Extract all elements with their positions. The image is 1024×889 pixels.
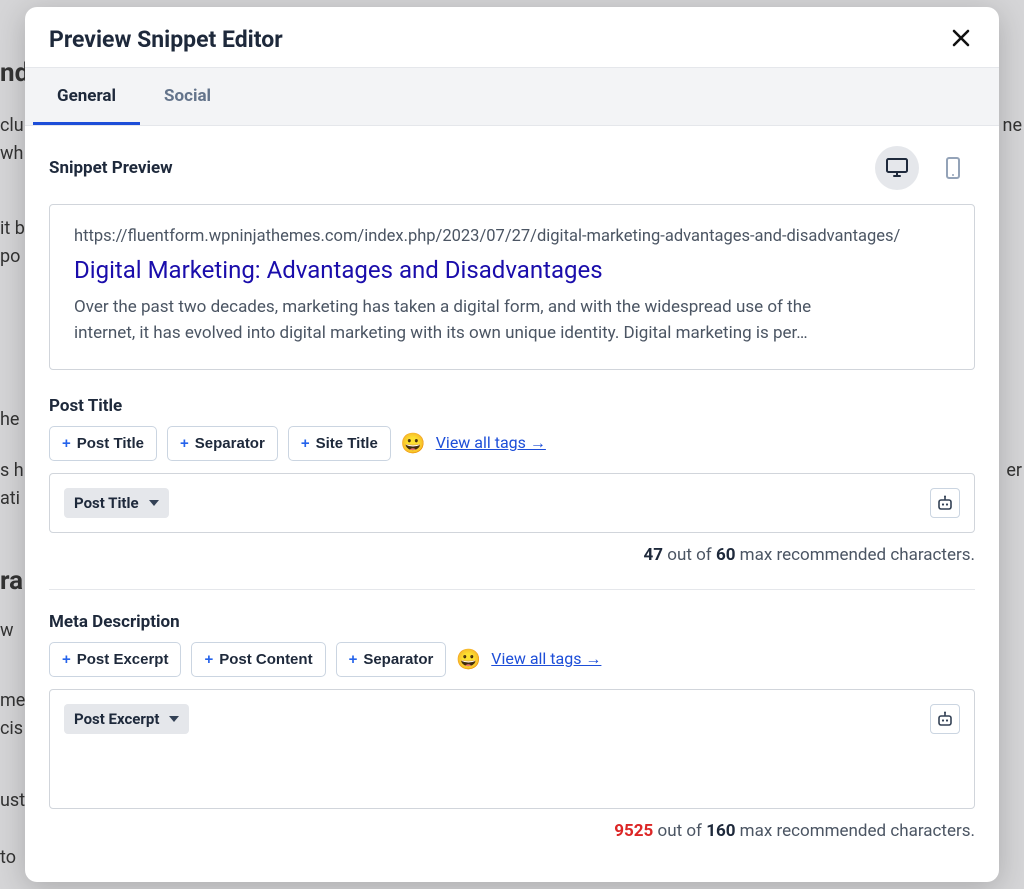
bg-text: ust [0, 790, 25, 811]
chip-label: Post Title [74, 494, 139, 512]
plus-icon: + [204, 651, 213, 668]
preview-title: Digital Marketing: Advantages and Disadv… [74, 256, 950, 284]
add-post-title-tag[interactable]: + Post Title [49, 426, 157, 461]
bg-text: po [0, 246, 20, 267]
chevron-down-icon [149, 500, 159, 506]
bg-text: he [0, 409, 19, 430]
bg-text: ati [0, 488, 20, 509]
view-all-tags-link[interactable]: View all tags → [491, 649, 601, 669]
count-value: 9525 [614, 821, 653, 841]
modal-header: Preview Snippet Editor [25, 7, 999, 68]
add-post-excerpt-tag[interactable]: + Post Excerpt [49, 642, 181, 677]
meta-desc-tag-row: + Post Excerpt + Post Content + Separator 😀… [49, 642, 975, 677]
device-toggle [875, 146, 975, 190]
counter-text: max recommended characters. [740, 545, 975, 565]
divider [49, 589, 975, 590]
meta-description-input[interactable]: Post Excerpt [49, 689, 975, 809]
modal-body: Snippet Preview https://fluentform.wpnin… [25, 126, 999, 882]
tab-general[interactable]: General [33, 68, 140, 125]
desktop-icon [885, 157, 909, 179]
chip-label: Post Excerpt [74, 710, 159, 728]
preview-url: https://fluentform.wpninjathemes.com/ind… [74, 227, 950, 246]
preview-description: Over the past two decades, marketing has… [74, 294, 814, 347]
snippet-header-row: Snippet Preview [49, 146, 975, 190]
plus-icon: + [62, 651, 71, 668]
add-separator-tag-meta[interactable]: + Separator [336, 642, 447, 677]
tag-label: Separator [195, 435, 265, 452]
ai-assist-button[interactable] [930, 488, 960, 518]
add-post-content-tag[interactable]: + Post Content [191, 642, 325, 677]
ai-assist-button[interactable] [930, 704, 960, 734]
counter-text: out of [667, 545, 711, 565]
counter-text: out of [658, 821, 702, 841]
modal-title: Preview Snippet Editor [49, 26, 283, 53]
post-title-label: Post Title [49, 396, 975, 416]
bg-text: clu [0, 115, 24, 136]
post-title-chip[interactable]: Post Title [64, 488, 169, 518]
tab-social[interactable]: Social [140, 68, 235, 125]
snippet-editor-modal: Preview Snippet Editor General Social Sn… [25, 7, 999, 882]
bg-text: wh [0, 143, 23, 164]
bg-text: it b [0, 218, 25, 239]
robot-icon [936, 495, 954, 511]
emoji-picker-button[interactable]: 😀 [456, 647, 481, 671]
tag-label: Post Excerpt [77, 651, 169, 668]
bg-text: cis [0, 718, 23, 739]
tag-label: Separator [363, 651, 433, 668]
view-all-tags-link[interactable]: View all tags → [436, 433, 546, 453]
post-title-input[interactable]: Post Title [49, 473, 975, 533]
bg-text: w [0, 620, 14, 641]
post-excerpt-chip[interactable]: Post Excerpt [64, 704, 189, 734]
tag-label: Site Title [316, 435, 378, 452]
bg-text: ra [0, 566, 23, 596]
close-button[interactable] [947, 25, 975, 53]
post-title-tag-row: + Post Title + Separator + Site Title 😀 Vie… [49, 426, 975, 461]
mobile-view-button[interactable] [931, 146, 975, 190]
chevron-down-icon [169, 716, 179, 722]
tag-label: Post Content [219, 651, 312, 668]
mobile-icon [945, 156, 961, 180]
add-separator-tag[interactable]: + Separator [167, 426, 278, 461]
bg-text: s h [0, 460, 24, 481]
bg-text: ne [1003, 115, 1023, 136]
add-site-title-tag[interactable]: + Site Title [288, 426, 391, 461]
plus-icon: + [62, 435, 71, 452]
count-value: 47 [644, 545, 664, 565]
desktop-view-button[interactable] [875, 146, 919, 190]
meta-description-label: Meta Description [49, 612, 975, 632]
snippet-preview-box: https://fluentform.wpninjathemes.com/ind… [49, 204, 975, 370]
bg-text: to [0, 847, 16, 868]
plus-icon: + [349, 651, 358, 668]
count-max: 160 [706, 821, 735, 841]
close-icon [951, 28, 971, 48]
bg-text: er [1006, 460, 1022, 481]
tabs: General Social [25, 68, 999, 126]
bg-text: me [0, 690, 25, 711]
count-max: 60 [716, 545, 736, 565]
tag-label: Post Title [77, 435, 144, 452]
meta-description-counter: 9525 out of 160 max recommended characte… [49, 821, 975, 841]
post-title-counter: 47 out of 60 max recommended characters. [49, 545, 975, 565]
emoji-picker-button[interactable]: 😀 [401, 431, 426, 455]
robot-icon [936, 711, 954, 727]
plus-icon: + [301, 435, 310, 452]
plus-icon: + [180, 435, 189, 452]
counter-text: max recommended characters. [740, 821, 975, 841]
snippet-preview-label: Snippet Preview [49, 158, 173, 178]
